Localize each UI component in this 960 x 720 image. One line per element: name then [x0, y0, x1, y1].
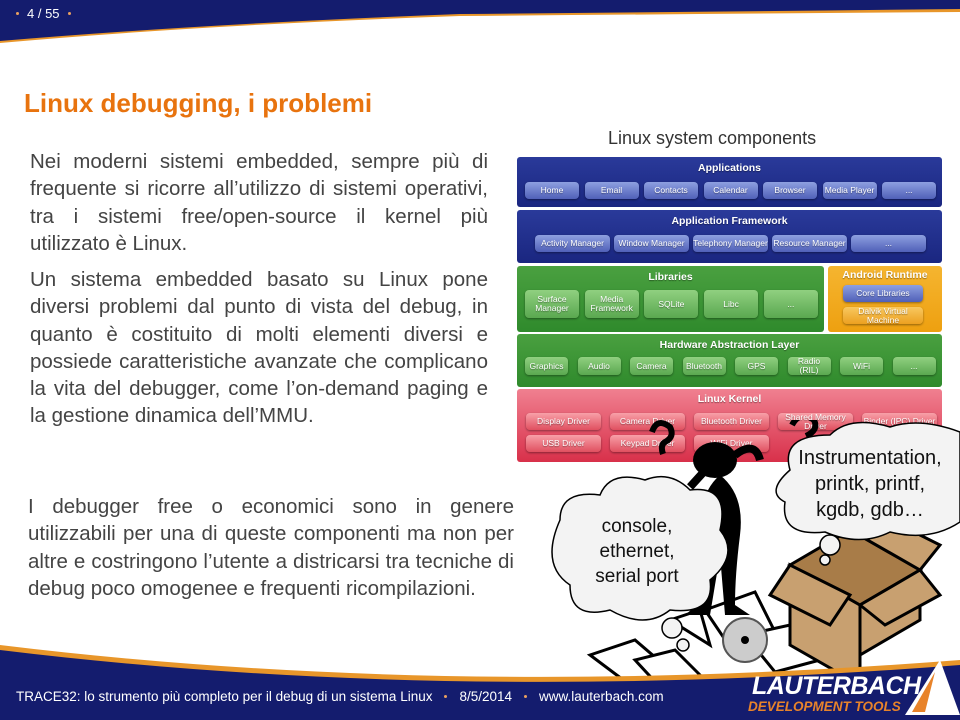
component-hal: ... [892, 357, 936, 375]
cloud-right-text: Instrumentation, printk, printf, kgdb, g… [780, 445, 960, 523]
component-hal: Bluetooth [682, 357, 726, 375]
component-framework: ... [851, 235, 926, 252]
footer-date: 8/5/2014 [459, 689, 513, 704]
component-hal: Audio [577, 357, 621, 375]
page-number: 4 / 55 [27, 6, 60, 21]
component-applications: Contacts [644, 182, 698, 199]
slide-title: Linux debugging, i problemi [24, 88, 373, 118]
cloud-left-text: console, ethernet, serial port [578, 514, 696, 589]
component-framework: Telephony Manager [693, 235, 768, 252]
layer-title-libraries: Libraries [648, 271, 693, 283]
component-runtime: Core Libraries [843, 285, 923, 302]
component-applications: Calendar [703, 182, 758, 199]
component-hal: Graphics [525, 357, 568, 375]
logo-subtitle: DEVELOPMENT TOOLS [748, 699, 901, 714]
layer-title-hal: Hardware Abstraction Layer [659, 339, 800, 351]
component-applications: Media Player [822, 182, 877, 199]
component-applications: Browser [763, 182, 817, 199]
layer-title-runtime: Android Runtime [842, 269, 928, 281]
header-bar [0, 0, 960, 43]
cloud-left-label: console, ethernet, serial port [595, 516, 679, 587]
footer-text: TRACE32: lo strumento più completo per i… [16, 689, 433, 704]
gear-icon [722, 617, 768, 663]
component-applications: Email [584, 182, 639, 199]
footer-url[interactable]: www.lauterbach.com [539, 689, 664, 704]
component-libraries: ... [763, 290, 818, 318]
paragraph-problems: Un sistema embedded basato su Linux pone… [30, 268, 488, 428]
logo-lauterbach: LAUTERBACH [752, 672, 921, 700]
layer-title-framework: Application Framework [671, 215, 788, 227]
cloud-right-label: Instrumentation, printk, printf, kgdb, g… [798, 447, 942, 521]
component-applications: ... [882, 182, 936, 199]
component-hal: Radio (RIL) [787, 357, 831, 375]
figure-caption: Linux system components [608, 128, 817, 148]
component-libraries: Surface Manager [525, 290, 579, 318]
paragraph-debuggers: I debugger free o economici sono in gene… [28, 495, 514, 600]
component-framework: Activity Manager [535, 235, 610, 252]
footer-info: TRACE32: lo strumento più completo per i… [16, 689, 664, 704]
component-framework: Resource Manager [772, 235, 847, 252]
paragraph-intro: Nei moderni sistemi embedded, sempre più… [30, 150, 488, 255]
component-libraries: SQLite [644, 290, 699, 318]
layer-title-applications: Applications [697, 162, 761, 174]
component-applications: Home [525, 182, 579, 199]
component-runtime: Dalvik Virtual Machine [843, 306, 923, 324]
layer-title-kernel: Linux Kernel [697, 393, 762, 405]
component-hal: WiFi [840, 357, 883, 375]
component-hal: GPS [735, 357, 778, 375]
component-libraries: Libc [704, 290, 759, 318]
component-hal: Camera [630, 357, 673, 375]
component-framework: Window Manager [614, 235, 689, 252]
android-architecture-diagram: Applications Home Email Contacts Calendar Bro… [517, 157, 942, 462]
component-libraries: Media Framework [584, 290, 639, 318]
page-counter: 4 / 55 [16, 6, 71, 21]
